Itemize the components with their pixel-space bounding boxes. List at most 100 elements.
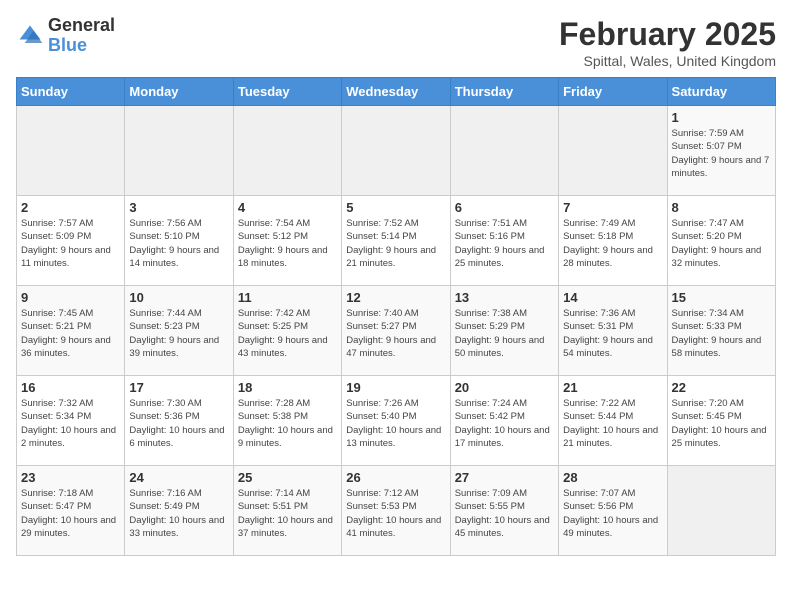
day-number: 13 bbox=[455, 290, 554, 305]
day-info: Sunrise: 7:16 AM Sunset: 5:49 PM Dayligh… bbox=[129, 487, 228, 540]
day-info: Sunrise: 7:24 AM Sunset: 5:42 PM Dayligh… bbox=[455, 397, 554, 450]
day-info: Sunrise: 7:57 AM Sunset: 5:09 PM Dayligh… bbox=[21, 217, 120, 270]
day-number: 3 bbox=[129, 200, 228, 215]
day-number: 24 bbox=[129, 470, 228, 485]
calendar-day-cell: 22Sunrise: 7:20 AM Sunset: 5:45 PM Dayli… bbox=[667, 376, 775, 466]
calendar-day-cell: 11 Sunrise: 7:42 AM Sunset: 5:25 PM Dayli… bbox=[233, 286, 341, 376]
calendar-day-cell: 21 Sunrise: 7:22 AM Sunset: 5:44 PM Dayli… bbox=[559, 376, 667, 466]
day-info: Sunrise: 7:07 AM Sunset: 5:56 PM Dayligh… bbox=[563, 487, 662, 540]
title-block: February 2025 Spittal, Wales, United Kin… bbox=[559, 16, 776, 69]
day-info: Sunrise: 7:42 AM Sunset: 5:25 PM Dayligh… bbox=[238, 307, 337, 360]
calendar-day-cell bbox=[450, 106, 558, 196]
day-info: Sunrise: 7:34 AM Sunset: 5:33 PM Dayligh… bbox=[672, 307, 771, 360]
calendar-day-cell: 17 Sunrise: 7:30 AM Sunset: 5:36 PM Dayli… bbox=[125, 376, 233, 466]
day-info: Sunrise: 7:22 AM Sunset: 5:44 PM Dayligh… bbox=[563, 397, 662, 450]
calendar-header: Sunday Monday Tuesday Wednesday Thursday… bbox=[17, 78, 776, 106]
day-number: 9 bbox=[21, 290, 120, 305]
calendar-day-cell: 14Sunrise: 7:36 AM Sunset: 5:31 PM Dayli… bbox=[559, 286, 667, 376]
day-number: 7 bbox=[563, 200, 662, 215]
day-number: 6 bbox=[455, 200, 554, 215]
calendar-day-cell: 28 Sunrise: 7:07 AM Sunset: 5:56 PM Dayli… bbox=[559, 466, 667, 556]
day-number: 8 bbox=[672, 200, 771, 215]
day-number: 23 bbox=[21, 470, 120, 485]
day-number: 1 bbox=[672, 110, 771, 125]
day-info: Sunrise: 7:14 AM Sunset: 5:51 PM Dayligh… bbox=[238, 487, 337, 540]
day-info: Sunrise: 7:49 AM Sunset: 5:18 PM Dayligh… bbox=[563, 217, 662, 270]
header-wednesday: Wednesday bbox=[342, 78, 450, 106]
day-info: Sunrise: 7:30 AM Sunset: 5:36 PM Dayligh… bbox=[129, 397, 228, 450]
day-info: Sunrise: 7:28 AM Sunset: 5:38 PM Dayligh… bbox=[238, 397, 337, 450]
calendar-subtitle: Spittal, Wales, United Kingdom bbox=[559, 53, 776, 69]
day-number: 12 bbox=[346, 290, 445, 305]
header-thursday: Thursday bbox=[450, 78, 558, 106]
calendar-day-cell bbox=[559, 106, 667, 196]
calendar-day-cell bbox=[125, 106, 233, 196]
page-header: General Blue February 2025 Spittal, Wale… bbox=[16, 16, 776, 69]
calendar-day-cell: 8 Sunrise: 7:47 AM Sunset: 5:20 PM Daylig… bbox=[667, 196, 775, 286]
logo-text: General Blue bbox=[48, 16, 115, 56]
calendar-day-cell: 5Sunrise: 7:52 AM Sunset: 5:14 PM Daylig… bbox=[342, 196, 450, 286]
day-number: 22 bbox=[672, 380, 771, 395]
logo-general: General bbox=[48, 16, 115, 36]
calendar-day-cell: 15 Sunrise: 7:34 AM Sunset: 5:33 PM Dayli… bbox=[667, 286, 775, 376]
calendar-week-row: 23 Sunrise: 7:18 AM Sunset: 5:47 PM Dayli… bbox=[17, 466, 776, 556]
calendar-day-cell: 23 Sunrise: 7:18 AM Sunset: 5:47 PM Dayli… bbox=[17, 466, 125, 556]
day-info: Sunrise: 7:12 AM Sunset: 5:53 PM Dayligh… bbox=[346, 487, 445, 540]
header-sunday: Sunday bbox=[17, 78, 125, 106]
day-number: 21 bbox=[563, 380, 662, 395]
day-info: Sunrise: 7:51 AM Sunset: 5:16 PM Dayligh… bbox=[455, 217, 554, 270]
calendar-day-cell: 16 Sunrise: 7:32 AM Sunset: 5:34 PM Dayli… bbox=[17, 376, 125, 466]
day-info: Sunrise: 7:40 AM Sunset: 5:27 PM Dayligh… bbox=[346, 307, 445, 360]
calendar-body: 1 Sunrise: 7:59 AM Sunset: 5:07 PM Daylig… bbox=[17, 106, 776, 556]
calendar-day-cell bbox=[17, 106, 125, 196]
day-number: 11 bbox=[238, 290, 337, 305]
logo-blue: Blue bbox=[48, 36, 115, 56]
day-info: Sunrise: 7:47 AM Sunset: 5:20 PM Dayligh… bbox=[672, 217, 771, 270]
day-number: 18 bbox=[238, 380, 337, 395]
day-info: Sunrise: 7:18 AM Sunset: 5:47 PM Dayligh… bbox=[21, 487, 120, 540]
calendar-day-cell: 12 Sunrise: 7:40 AM Sunset: 5:27 PM Dayli… bbox=[342, 286, 450, 376]
calendar-day-cell: 2 Sunrise: 7:57 AM Sunset: 5:09 PM Daylig… bbox=[17, 196, 125, 286]
day-info: Sunrise: 7:54 AM Sunset: 5:12 PM Dayligh… bbox=[238, 217, 337, 270]
day-info: Sunrise: 7:26 AM Sunset: 5:40 PM Dayligh… bbox=[346, 397, 445, 450]
day-number: 2 bbox=[21, 200, 120, 215]
day-number: 17 bbox=[129, 380, 228, 395]
day-number: 26 bbox=[346, 470, 445, 485]
day-info: Sunrise: 7:32 AM Sunset: 5:34 PM Dayligh… bbox=[21, 397, 120, 450]
day-info: Sunrise: 7:45 AM Sunset: 5:21 PM Dayligh… bbox=[21, 307, 120, 360]
header-monday: Monday bbox=[125, 78, 233, 106]
calendar-day-cell bbox=[667, 466, 775, 556]
logo-icon bbox=[16, 22, 44, 50]
calendar-week-row: 16 Sunrise: 7:32 AM Sunset: 5:34 PM Dayli… bbox=[17, 376, 776, 466]
day-number: 20 bbox=[455, 380, 554, 395]
day-number: 10 bbox=[129, 290, 228, 305]
calendar-day-cell: 20 Sunrise: 7:24 AM Sunset: 5:42 PM Dayli… bbox=[450, 376, 558, 466]
day-number: 14 bbox=[563, 290, 662, 305]
day-info: Sunrise: 7:59 AM Sunset: 5:07 PM Dayligh… bbox=[672, 127, 771, 180]
calendar-day-cell: 24 Sunrise: 7:16 AM Sunset: 5:49 PM Dayli… bbox=[125, 466, 233, 556]
day-info: Sunrise: 7:09 AM Sunset: 5:55 PM Dayligh… bbox=[455, 487, 554, 540]
day-number: 19 bbox=[346, 380, 445, 395]
calendar-day-cell bbox=[233, 106, 341, 196]
day-number: 25 bbox=[238, 470, 337, 485]
calendar-week-row: 1 Sunrise: 7:59 AM Sunset: 5:07 PM Daylig… bbox=[17, 106, 776, 196]
day-number: 28 bbox=[563, 470, 662, 485]
day-number: 15 bbox=[672, 290, 771, 305]
calendar-day-cell: 18 Sunrise: 7:28 AM Sunset: 5:38 PM Dayli… bbox=[233, 376, 341, 466]
calendar-day-cell: 1 Sunrise: 7:59 AM Sunset: 5:07 PM Daylig… bbox=[667, 106, 775, 196]
calendar-table: Sunday Monday Tuesday Wednesday Thursday… bbox=[16, 77, 776, 556]
calendar-day-cell: 10 Sunrise: 7:44 AM Sunset: 5:23 PM Dayli… bbox=[125, 286, 233, 376]
calendar-day-cell: 13 Sunrise: 7:38 AM Sunset: 5:29 PM Dayli… bbox=[450, 286, 558, 376]
calendar-day-cell: 25 Sunrise: 7:14 AM Sunset: 5:51 PM Dayli… bbox=[233, 466, 341, 556]
day-number: 4 bbox=[238, 200, 337, 215]
calendar-day-cell: 3 Sunrise: 7:56 AM Sunset: 5:10 PM Daylig… bbox=[125, 196, 233, 286]
header-saturday: Saturday bbox=[667, 78, 775, 106]
calendar-title: February 2025 bbox=[559, 16, 776, 53]
day-info: Sunrise: 7:38 AM Sunset: 5:29 PM Dayligh… bbox=[455, 307, 554, 360]
logo: General Blue bbox=[16, 16, 115, 56]
calendar-day-cell: 19 Sunrise: 7:26 AM Sunset: 5:40 PM Dayli… bbox=[342, 376, 450, 466]
day-info: Sunrise: 7:44 AM Sunset: 5:23 PM Dayligh… bbox=[129, 307, 228, 360]
day-number: 16 bbox=[21, 380, 120, 395]
day-info: Sunrise: 7:56 AM Sunset: 5:10 PM Dayligh… bbox=[129, 217, 228, 270]
header-tuesday: Tuesday bbox=[233, 78, 341, 106]
